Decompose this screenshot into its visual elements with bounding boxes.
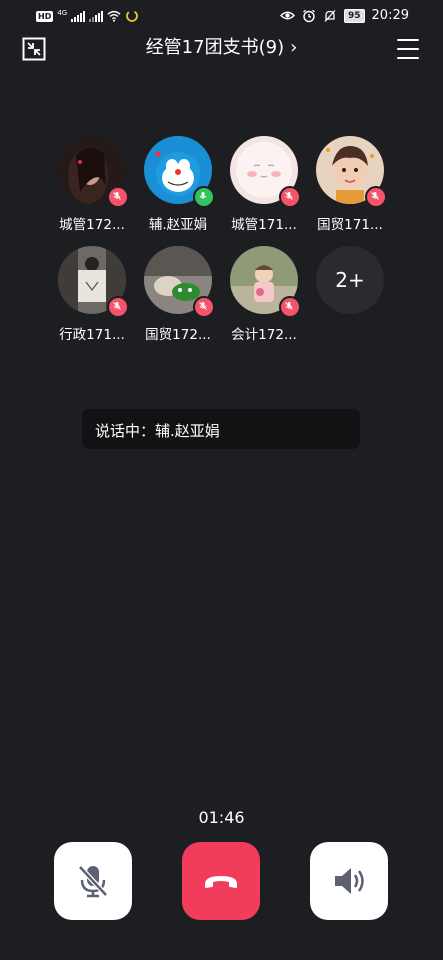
mic-muted-badge bbox=[365, 186, 387, 208]
participant-name: 国贸172... bbox=[145, 327, 211, 343]
eye-icon bbox=[280, 11, 295, 20]
mic-muted-badge bbox=[107, 186, 129, 208]
speaking-indicator: 说话中：辅.赵亚娟 bbox=[82, 409, 360, 449]
group-title: 经管17团支书(9) bbox=[145, 37, 285, 58]
alarm-icon bbox=[303, 9, 315, 22]
mute-button[interactable] bbox=[54, 842, 132, 920]
speaker-icon bbox=[335, 868, 364, 894]
hd-badge: HD bbox=[36, 10, 54, 22]
participant-name: 辅.赵亚娟 bbox=[148, 217, 208, 233]
participant-tile[interactable]: 会计172... bbox=[220, 246, 308, 343]
participant-tile[interactable]: 城管172... bbox=[48, 136, 136, 233]
status-left: HD 4G bbox=[36, 9, 139, 23]
network-type: 4G bbox=[57, 9, 68, 17]
signal-2-icon bbox=[89, 10, 104, 22]
mic-muted-badge bbox=[279, 186, 301, 208]
sync-icon bbox=[126, 10, 139, 22]
participant-name: 城管171... bbox=[231, 217, 297, 233]
participant-name: 城管172... bbox=[59, 217, 125, 233]
participant-name: 国贸171... bbox=[317, 217, 383, 233]
mic-muted-badge bbox=[279, 296, 301, 318]
status-right: 95 20:29 bbox=[280, 8, 409, 23]
speaker-button[interactable] bbox=[310, 842, 388, 920]
clock: 20:29 bbox=[371, 8, 409, 23]
phone-hangup-icon bbox=[205, 876, 237, 888]
mic-muted-badge bbox=[107, 296, 129, 318]
wifi-icon bbox=[107, 10, 121, 22]
hang-up-button[interactable] bbox=[182, 842, 260, 920]
mic-muted-badge bbox=[193, 296, 215, 318]
participant-tile[interactable]: 行政171... bbox=[48, 246, 136, 343]
participant-tile[interactable]: 国贸172... bbox=[134, 246, 222, 343]
call-header: 经管17团支书(9) › bbox=[0, 34, 443, 64]
more-participants-button[interactable]: 2+ bbox=[306, 246, 394, 314]
participant-name: 行政171... bbox=[59, 327, 125, 343]
bell-off-icon bbox=[324, 9, 336, 22]
status-bar: HD 4G 95 20:29 bbox=[0, 0, 443, 34]
menu-button[interactable] bbox=[397, 39, 419, 59]
participant-name: 会计172... bbox=[231, 327, 297, 343]
call-timer: 01:46 bbox=[198, 808, 245, 827]
participant-tile[interactable]: 城管171... bbox=[220, 136, 308, 233]
participant-tile[interactable]: 国贸171... bbox=[306, 136, 394, 233]
participant-tile[interactable]: 辅.赵亚娟 bbox=[134, 136, 222, 233]
speaking-text: 说话中：辅.赵亚娟 bbox=[95, 422, 220, 440]
more-count: 2+ bbox=[316, 246, 384, 314]
signal-icon bbox=[71, 10, 86, 22]
group-title-button[interactable]: 经管17团支书(9) › bbox=[0, 36, 443, 60]
mic-off-icon bbox=[78, 865, 108, 898]
mic-active-badge bbox=[193, 186, 215, 208]
chevron-right-icon: › bbox=[290, 37, 298, 58]
menu-icon bbox=[397, 39, 419, 59]
battery-indicator: 95 bbox=[344, 8, 365, 23]
